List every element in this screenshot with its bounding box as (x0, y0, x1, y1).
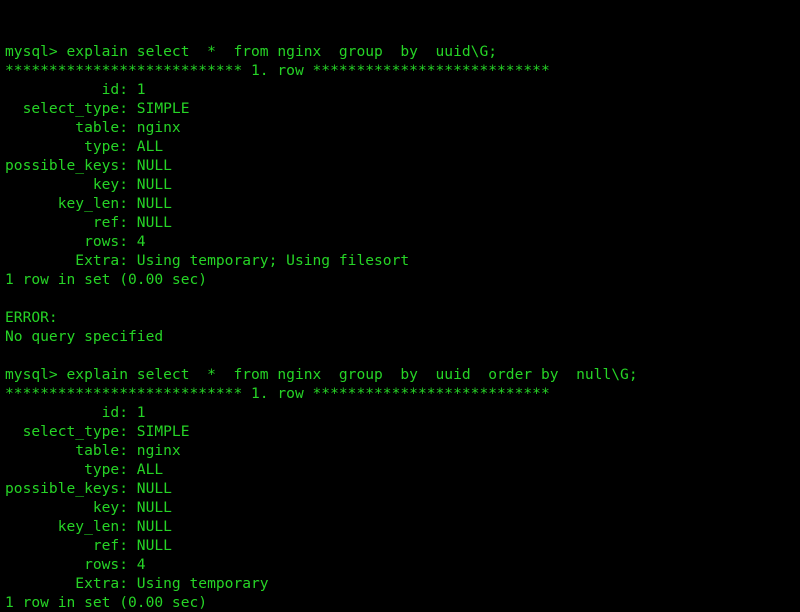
terminal-line: table: nginx (5, 442, 181, 459)
terminal-line: 1 row in set (0.00 sec) (5, 594, 208, 611)
terminal-line: *************************** 1. row *****… (5, 385, 550, 402)
terminal-line: key_len: NULL (5, 195, 172, 212)
terminal-line: mysql> explain select * from nginx group… (5, 366, 638, 383)
terminal-line: ref: NULL (5, 214, 172, 231)
terminal-line: id: 1 (5, 404, 146, 421)
terminal-line: mysql> explain select * from nginx group… (5, 43, 498, 60)
terminal-line: type: ALL (5, 138, 164, 155)
terminal-line: No query specified (5, 328, 164, 345)
terminal-line: *************************** 1. row *****… (5, 62, 550, 79)
terminal-line: Extra: Using temporary; Using filesort (5, 252, 410, 269)
terminal-line: ERROR: (5, 309, 58, 326)
terminal-line: key: NULL (5, 499, 172, 516)
terminal-line: Extra: Using temporary (5, 575, 269, 592)
terminal-line: key: NULL (5, 176, 172, 193)
terminal-line: select_type: SIMPLE (5, 100, 190, 117)
terminal-line: rows: 4 (5, 233, 146, 250)
terminal-line: 1 row in set (0.00 sec) (5, 271, 208, 288)
terminal-line: id: 1 (5, 81, 146, 98)
terminal-screen[interactable]: mysql> explain select * from nginx group… (0, 0, 800, 611)
terminal-line: possible_keys: NULL (5, 157, 172, 174)
terminal-line: type: ALL (5, 461, 164, 478)
terminal-line: select_type: SIMPLE (5, 423, 190, 440)
terminal-line: ref: NULL (5, 537, 172, 554)
terminal-line: key_len: NULL (5, 518, 172, 535)
terminal-line: rows: 4 (5, 556, 146, 573)
terminal-line: table: nginx (5, 119, 181, 136)
terminal-line: possible_keys: NULL (5, 480, 172, 497)
